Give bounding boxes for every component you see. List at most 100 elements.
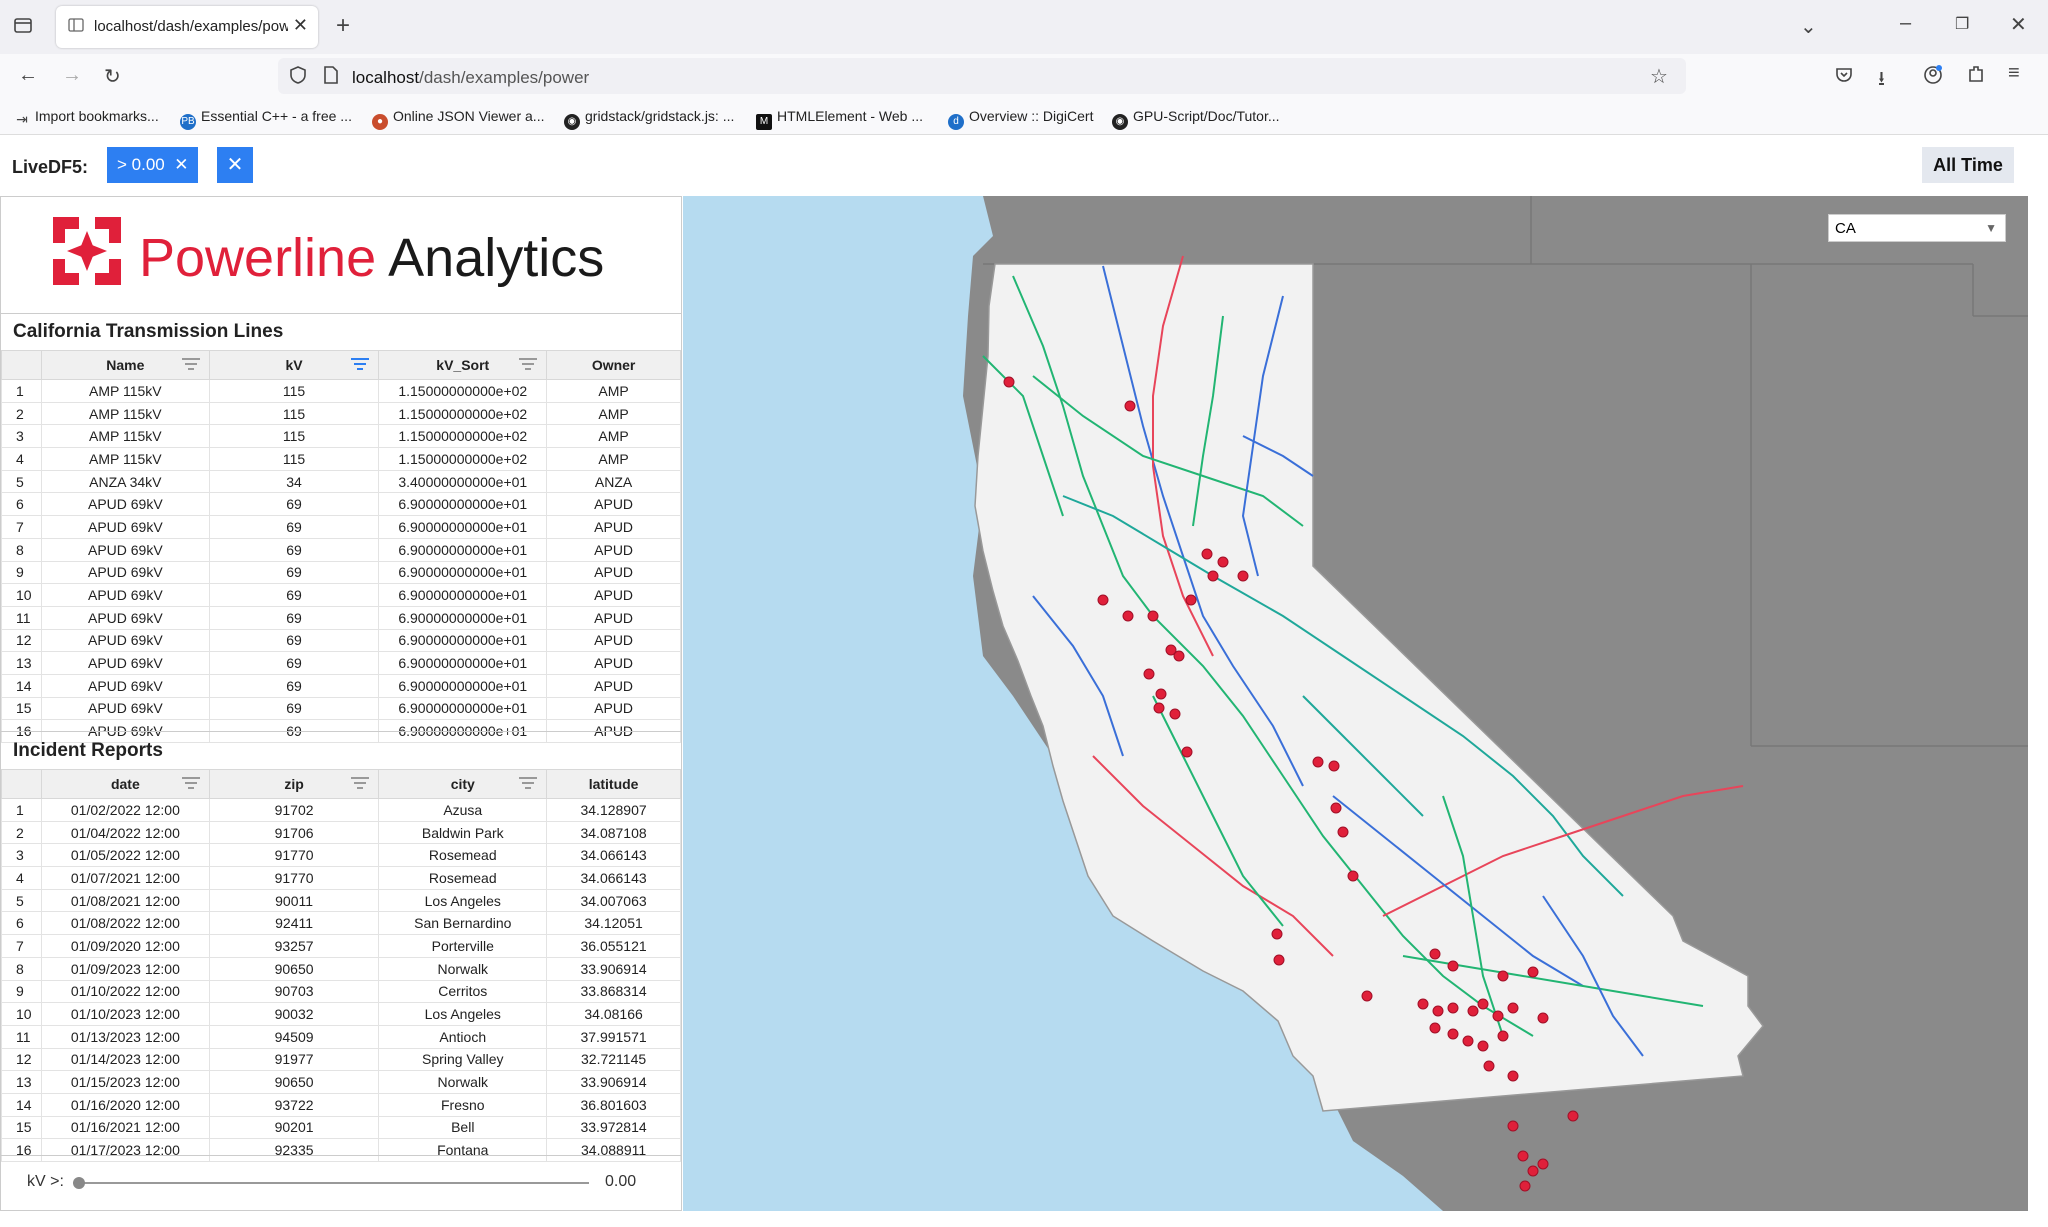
column-header[interactable]: Name: [40, 350, 210, 380]
row-number: 7: [1, 934, 42, 958]
account-icon[interactable]: [1922, 64, 1944, 92]
table-cell: 37.991571: [546, 1024, 681, 1049]
tab-list-icon[interactable]: [12, 14, 34, 42]
forward-icon[interactable]: →: [62, 64, 82, 87]
page-info-icon[interactable]: [322, 65, 340, 90]
window-close-icon[interactable]: ✕: [2010, 12, 2027, 37]
table-row[interactable]: 13 APUD 69kV 69 6.90000000000e+01 APUD: [1, 651, 681, 675]
bookmark-gridstack[interactable]: ◉ gridstack/gridstack.js: ...: [564, 108, 734, 130]
column-header-label: latitude: [588, 776, 639, 792]
table-row[interactable]: 2 01/04/2022 12:00 91706 Baldwin Park 34.087…: [1, 820, 681, 845]
incidents-table-title: Incident Reports: [13, 740, 163, 761]
table-row[interactable]: 3 AMP 115kV 115 1.15000000000e+02 AMP: [1, 424, 681, 449]
kv-slider-track[interactable]: [79, 1182, 589, 1184]
filter-icon[interactable]: [518, 357, 538, 371]
restore-icon[interactable]: ❐: [1955, 14, 1969, 34]
row-number: 1: [1, 798, 42, 822]
column-header[interactable]: kV_Sort: [378, 350, 548, 380]
table-row[interactable]: 6 01/08/2022 12:00 92411 San Bernardino 34.1…: [1, 911, 681, 936]
column-header[interactable]: kV: [208, 350, 380, 380]
table-cell: 115: [208, 424, 380, 449]
table-cell: 01/04/2022 12:00: [40, 820, 210, 845]
bookmark-htmlelement[interactable]: M HTMLElement - Web ...: [756, 108, 923, 130]
table-row[interactable]: 12 01/14/2023 12:00 91977 Spring Valley 32.7…: [1, 1047, 681, 1072]
kv-slider-handle[interactable]: [73, 1177, 85, 1189]
table-cell: 90650: [208, 956, 380, 981]
column-header[interactable]: zip: [208, 769, 380, 799]
tab-close-icon[interactable]: ✕: [293, 15, 308, 36]
download-icon[interactable]: ⭳: [1878, 64, 1885, 98]
table-row[interactable]: 4 AMP 115kV 115 1.15000000000e+02 AMP: [1, 447, 681, 471]
column-header[interactable]: date: [40, 769, 210, 799]
bookmark-gpu-script[interactable]: ◉ GPU-Script/Doc/Tutor...: [1112, 108, 1280, 130]
table-row[interactable]: 16 01/17/2023 12:00 92335 Fontana 34.088911: [1, 1138, 681, 1162]
table-row[interactable]: 5 01/08/2021 12:00 90011 Los Angeles 34.0070…: [1, 888, 681, 913]
table-row[interactable]: 9 APUD 69kV 69 6.90000000000e+01 APUD: [1, 560, 681, 585]
menu-icon[interactable]: ≡: [2008, 62, 2020, 85]
bookmark-import[interactable]: ⇥ Import bookmarks...: [14, 108, 159, 127]
table-row[interactable]: 1 AMP 115kV 115 1.15000000000e+02 AMP: [1, 379, 681, 403]
chip-remove-icon[interactable]: ✕: [174, 155, 188, 174]
table-cell: Rosemead: [378, 843, 548, 868]
table-row[interactable]: 5 ANZA 34kV 34 3.40000000000e+01 ANZA: [1, 469, 681, 494]
filter-icon[interactable]: [181, 357, 201, 371]
new-tab-icon[interactable]: +: [336, 12, 350, 40]
table-cell: 36.801603: [546, 1092, 681, 1117]
time-range-button[interactable]: All Time: [1922, 147, 2014, 183]
filter-icon[interactable]: [518, 776, 538, 790]
bookmark-label: Essential C++ - a free ...: [201, 108, 352, 124]
table-row[interactable]: 4 01/07/2021 12:00 91770 Rosemead 34.066143: [1, 866, 681, 890]
table-row[interactable]: 6 APUD 69kV 69 6.90000000000e+01 APUD: [1, 492, 681, 517]
pb-icon: PB: [180, 114, 196, 130]
table-row[interactable]: 11 APUD 69kV 69 6.90000000000e+01 APUD: [1, 605, 681, 630]
table-cell: 90650: [208, 1070, 380, 1094]
table-row[interactable]: 15 APUD 69kV 69 6.90000000000e+01 APUD: [1, 696, 681, 721]
table-row[interactable]: 8 APUD 69kV 69 6.90000000000e+01 APUD: [1, 537, 681, 562]
table-row[interactable]: 7 01/09/2020 12:00 93257 Porterville 36.0551…: [1, 934, 681, 958]
column-header[interactable]: city: [378, 769, 548, 799]
bookmark-digicert[interactable]: d Overview :: DigiCert: [948, 108, 1093, 130]
table-row[interactable]: 14 APUD 69kV 69 6.90000000000e+01 APUD: [1, 673, 681, 698]
logo-wordmark: Powerline Analytics: [139, 227, 604, 289]
bookmark-essential-cpp[interactable]: PB Essential C++ - a free ...: [180, 108, 352, 130]
back-icon[interactable]: ←: [18, 64, 38, 87]
table-row[interactable]: 12 APUD 69kV 69 6.90000000000e+01 APUD: [1, 628, 681, 653]
table-row[interactable]: 14 01/16/2020 12:00 93722 Fresno 36.801603: [1, 1092, 681, 1117]
minimize-icon[interactable]: –: [1900, 12, 1911, 35]
table-row[interactable]: 11 01/13/2023 12:00 94509 Antioch 37.991571: [1, 1024, 681, 1049]
bookmark-star-icon[interactable]: ☆: [1650, 64, 1668, 89]
filter-icon[interactable]: [181, 776, 201, 790]
reload-icon[interactable]: ↻: [104, 64, 121, 89]
table-row[interactable]: 2 AMP 115kV 115 1.15000000000e+02 AMP: [1, 401, 681, 426]
table-cell: APUD 69kV: [40, 583, 210, 607]
filter-icon[interactable]: [350, 776, 370, 790]
table-cell: ANZA: [546, 469, 681, 494]
table-row[interactable]: 13 01/15/2023 12:00 90650 Norwalk 33.906914: [1, 1070, 681, 1094]
table-row[interactable]: 1 01/02/2022 12:00 91702 Azusa 34.128907: [1, 798, 681, 822]
california-map[interactable]: [683, 196, 2028, 1211]
table-cell: 115: [208, 379, 380, 403]
bookmark-json-viewer[interactable]: ● Online JSON Viewer a...: [372, 108, 544, 130]
table-row[interactable]: 10 APUD 69kV 69 6.90000000000e+01 APUD: [1, 583, 681, 607]
table-row[interactable]: 15 01/16/2021 12:00 90201 Bell 33.972814: [1, 1115, 681, 1140]
shield-icon[interactable]: [288, 65, 308, 90]
map-view[interactable]: [683, 196, 2028, 1211]
table-cell: 6.90000000000e+01: [378, 583, 548, 607]
column-header[interactable]: Owner: [546, 350, 681, 380]
table-row[interactable]: 9 01/10/2022 12:00 90703 Cerritos 33.868314: [1, 979, 681, 1004]
browser-tab[interactable]: localhost/dash/examples/power ✕: [56, 6, 318, 48]
table-row[interactable]: 10 01/10/2023 12:00 90032 Los Angeles 34.081…: [1, 1002, 681, 1026]
state-select[interactable]: CA ▼: [1828, 214, 2006, 242]
table-row[interactable]: 3 01/05/2022 12:00 91770 Rosemead 34.066143: [1, 843, 681, 868]
extensions-icon[interactable]: [1966, 64, 1986, 90]
pocket-icon[interactable]: [1834, 65, 1854, 91]
address-bar[interactable]: localhost/dash/examples/power ☆: [278, 58, 1686, 94]
column-header[interactable]: latitude: [546, 769, 681, 799]
clear-filters-button[interactable]: ✕: [217, 147, 253, 183]
filter-chip[interactable]: > 0.00 ✕: [107, 147, 199, 183]
table-row[interactable]: 7 APUD 69kV 69 6.90000000000e+01 APUD: [1, 515, 681, 539]
table-row[interactable]: 8 01/09/2023 12:00 90650 Norwalk 33.906914: [1, 956, 681, 981]
list-all-tabs-icon[interactable]: ⌄: [1800, 14, 1817, 39]
table-cell: Spring Valley: [378, 1047, 548, 1072]
active-filter-icon[interactable]: [350, 357, 370, 371]
